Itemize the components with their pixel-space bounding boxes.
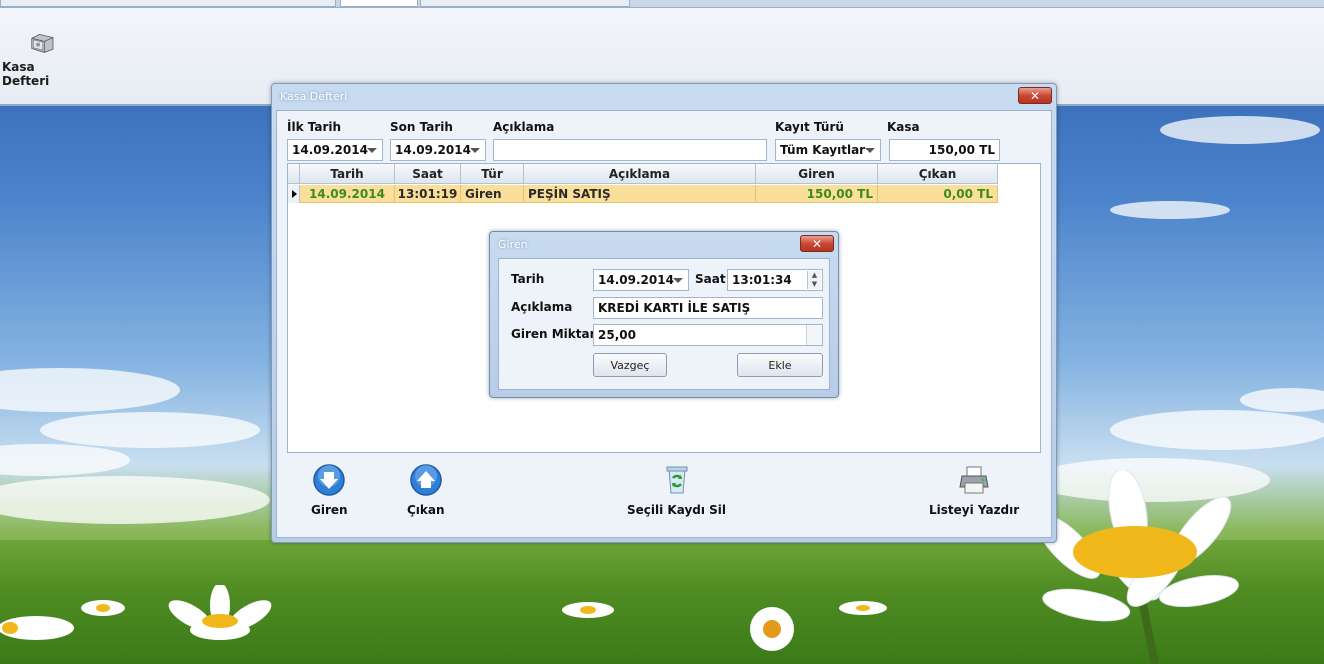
- daisy-tiny-2: [562, 602, 614, 618]
- column-header-corner: [288, 164, 300, 184]
- dialog-aciklama-label: Açıklama: [511, 300, 573, 314]
- tab-strip: [0, 0, 1324, 8]
- cell-tur[interactable]: Giren: [461, 185, 524, 203]
- son-tarih-label: Son Tarih: [390, 120, 453, 134]
- dialog-title: Giren: [498, 237, 528, 251]
- spinner-icon[interactable]: ▲ ▼: [807, 271, 821, 289]
- column-header-cikan[interactable]: Çıkan: [878, 164, 998, 184]
- ekle-button[interactable]: Ekle: [737, 353, 823, 377]
- tab-1[interactable]: [0, 0, 336, 7]
- kayit-turu-label: Kayıt Türü: [775, 120, 844, 134]
- chevron-down-icon[interactable]: [673, 278, 683, 283]
- ilk-tarih-value: 14.09.2014: [292, 143, 368, 157]
- dialog-client-area: Tarih 14.09.2014 Saat 13:01:34 ▲ ▼ Açıkla…: [498, 258, 830, 390]
- dialog-close-button[interactable]: ✕: [800, 235, 834, 252]
- window-close-button[interactable]: ✕: [1018, 87, 1052, 104]
- kasa-defteri-button[interactable]: Kasa Defteri: [2, 32, 82, 88]
- cell-cikan[interactable]: 0,00 TL: [878, 185, 998, 203]
- vazgec-button[interactable]: Vazgeç: [593, 353, 667, 377]
- kayit-turu-value: Tüm Kayıtlar: [780, 143, 866, 157]
- column-header-tur[interactable]: Tür: [461, 164, 524, 184]
- close-icon: ✕: [811, 236, 823, 251]
- daisy-small-left: [168, 585, 272, 640]
- vazgec-label: Vazgeç: [610, 358, 650, 372]
- dialog-saat-label: Saat: [695, 272, 726, 286]
- daisy-tiny-4: [839, 601, 887, 615]
- kayit-turu-dropdown[interactable]: Tüm Kayıtlar: [775, 139, 881, 161]
- ilk-tarih-label: İlk Tarih: [287, 120, 342, 134]
- tab-2[interactable]: [340, 0, 418, 7]
- safe-icon: [31, 33, 54, 53]
- column-header-aciklama[interactable]: Açıklama: [524, 164, 756, 184]
- dialog-aciklama-value: KREDİ KARTI İLE SATIŞ: [598, 301, 751, 315]
- window-title: Kasa Defteri: [280, 89, 348, 103]
- listeyi-yazdir-label: Listeyi Yazdır: [929, 503, 1020, 517]
- kasa-value: 150,00 TL: [928, 143, 995, 157]
- chevron-down-icon[interactable]: [367, 148, 377, 153]
- kasa-defteri-label: Kasa Defteri: [2, 60, 50, 88]
- cell-giren[interactable]: 150,00 TL: [756, 185, 878, 203]
- kasa-label: Kasa: [887, 120, 920, 134]
- ilk-tarih-dropdown[interactable]: 14.09.2014: [287, 139, 383, 161]
- recycle-bin-icon: [666, 466, 687, 494]
- column-header-tarih[interactable]: Tarih: [300, 164, 395, 184]
- row-selector[interactable]: [288, 185, 300, 203]
- arrow-up-icon: [410, 464, 442, 496]
- dialog-miktar-label: Giren Miktar: [511, 327, 596, 341]
- dialog-tarih-value: 14.09.2014: [598, 273, 674, 287]
- aciklama-label: Açıklama: [493, 120, 555, 134]
- column-header-saat[interactable]: Saat: [395, 164, 461, 184]
- tab-3[interactable]: [420, 0, 630, 7]
- giren-dialog: Giren ✕ Tarih 14.09.2014 Saat 13:01:34 ▲…: [489, 231, 839, 398]
- daisy-tiny-3: [0, 616, 74, 640]
- cell-aciklama[interactable]: PEŞİN SATIŞ: [524, 185, 756, 203]
- chevron-down-icon[interactable]: [470, 148, 480, 153]
- chevron-down-icon[interactable]: [865, 148, 875, 153]
- listeyi-yazdir-button[interactable]: Listeyi Yazdır: [929, 463, 1019, 517]
- giren-button[interactable]: Giren: [311, 463, 348, 517]
- daisy-tiny-1: [81, 600, 125, 616]
- kasa-field: 150,00 TL: [889, 139, 1000, 161]
- cikan-button-label: Çıkan: [407, 503, 445, 517]
- cell-saat[interactable]: 13:01:19: [395, 185, 461, 203]
- dialog-tarih-label: Tarih: [511, 272, 545, 286]
- dialog-miktar-input[interactable]: 25,00: [593, 324, 823, 346]
- dialog-saat-input[interactable]: 13:01:34 ▲ ▼: [727, 269, 823, 291]
- column-header-giren[interactable]: Giren: [756, 164, 878, 184]
- miktar-side-button[interactable]: [806, 325, 822, 345]
- cikan-button[interactable]: Çıkan: [407, 463, 445, 517]
- aciklama-input[interactable]: [493, 139, 767, 161]
- arrow-down-icon: [313, 464, 346, 496]
- dialog-tarih-dropdown[interactable]: 14.09.2014: [593, 269, 689, 291]
- printer-icon: [959, 466, 989, 494]
- daisy-small-center: [750, 607, 794, 651]
- secili-kaydi-sil-button[interactable]: Seçili Kaydı Sil: [627, 463, 726, 517]
- cell-tarih[interactable]: 14.09.2014: [300, 185, 395, 203]
- close-icon: ✕: [1029, 88, 1041, 103]
- son-tarih-dropdown[interactable]: 14.09.2014: [390, 139, 486, 161]
- ekle-label: Ekle: [768, 358, 792, 372]
- dialog-aciklama-input[interactable]: KREDİ KARTI İLE SATIŞ: [593, 297, 823, 319]
- secili-kaydi-sil-label: Seçili Kaydı Sil: [627, 503, 727, 517]
- son-tarih-value: 14.09.2014: [395, 143, 471, 157]
- dialog-miktar-value: 25,00: [598, 328, 636, 342]
- giren-button-label: Giren: [311, 503, 348, 517]
- dialog-saat-value: 13:01:34: [732, 273, 792, 287]
